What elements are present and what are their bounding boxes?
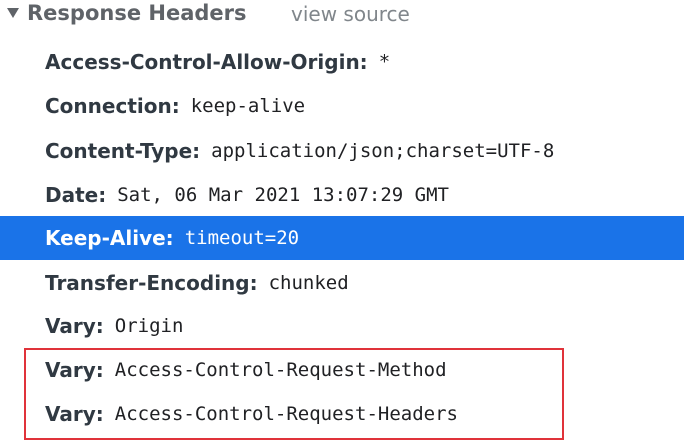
response-headers-panel: Response Headers view source Access-Cont… xyxy=(0,0,684,447)
header-name: Vary: xyxy=(45,402,104,426)
header-name: Vary: xyxy=(45,358,104,382)
header-row-transfer-encoding[interactable]: Transfer-Encoding: chunked xyxy=(0,261,684,305)
header-name: Connection: xyxy=(45,94,180,118)
header-value: Origin xyxy=(114,315,184,337)
header-value: * xyxy=(378,51,391,73)
header-row-connection[interactable]: Connection: keep-alive xyxy=(0,84,684,128)
section-title: Response Headers xyxy=(27,1,247,25)
header-row-keep-alive[interactable]: Keep-Alive: timeout=20 xyxy=(0,216,684,260)
header-name: Transfer-Encoding: xyxy=(45,271,258,295)
header-row-date[interactable]: Date: Sat, 06 Mar 2021 13:07:29 GMT xyxy=(0,173,684,217)
header-value: keep-alive xyxy=(190,95,306,117)
header-name: Vary: xyxy=(45,314,104,338)
header-row-vary-request-method[interactable]: Vary: Access-Control-Request-Method xyxy=(0,348,684,392)
header-value: Access-Control-Request-Headers xyxy=(114,403,458,425)
header-value: timeout=20 xyxy=(184,227,300,249)
header-row-access-control-allow-origin[interactable]: Access-Control-Allow-Origin: * xyxy=(0,40,684,84)
header-value: Access-Control-Request-Method xyxy=(114,359,447,381)
header-row-content-type[interactable]: Content-Type: application/json;charset=UT… xyxy=(0,129,684,173)
header-name: Content-Type: xyxy=(45,139,201,163)
view-source-link[interactable]: view source xyxy=(291,2,410,26)
header-name: Keep-Alive: xyxy=(45,226,174,250)
response-headers-section-header[interactable]: Response Headers view source xyxy=(0,0,684,30)
header-value: application/json;charset=UTF-8 xyxy=(211,140,555,162)
header-value: chunked xyxy=(268,272,349,294)
expand-triangle-icon[interactable] xyxy=(7,8,19,18)
header-name: Date: xyxy=(45,183,107,207)
header-name: Access-Control-Allow-Origin: xyxy=(45,50,368,74)
header-row-vary-request-headers[interactable]: Vary: Access-Control-Request-Headers xyxy=(0,392,684,436)
header-value: Sat, 06 Mar 2021 13:07:29 GMT xyxy=(117,184,449,206)
header-row-vary-origin[interactable]: Vary: Origin xyxy=(0,304,684,348)
